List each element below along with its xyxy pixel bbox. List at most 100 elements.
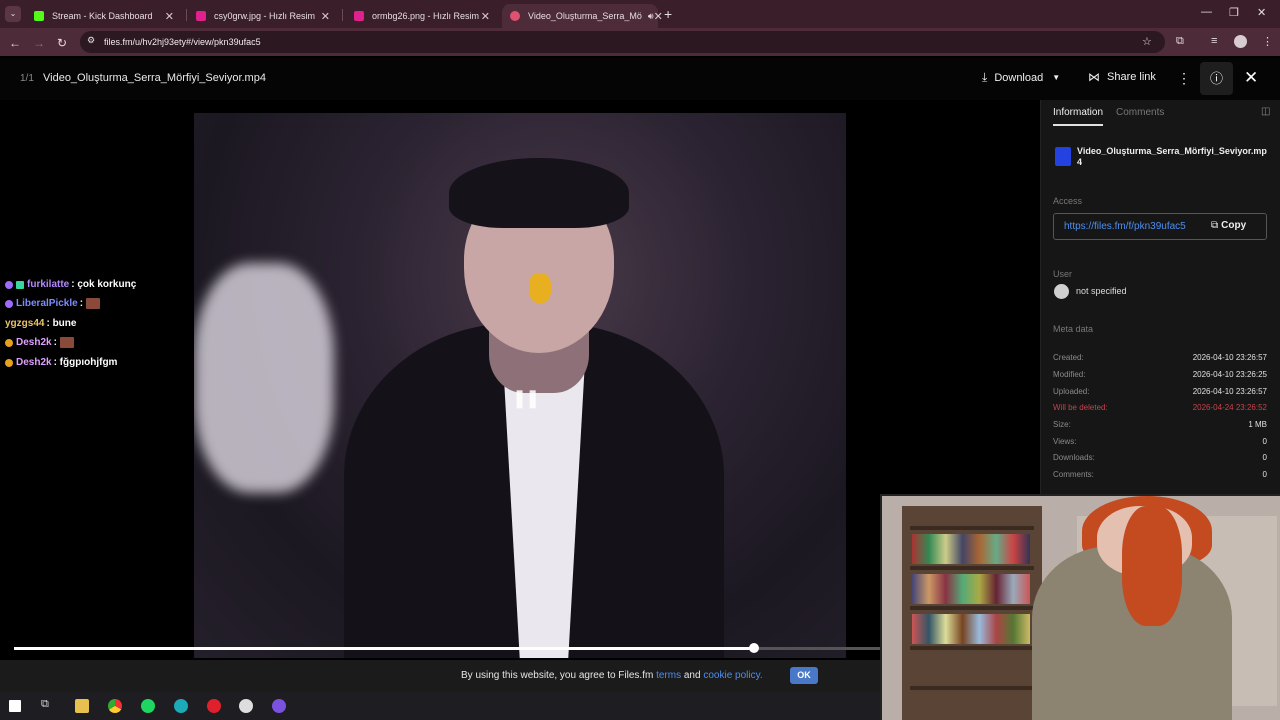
page-counter: 1/1	[20, 73, 34, 84]
meta-size-label: Size:	[1053, 420, 1071, 429]
forward-icon[interactable]: →	[33, 36, 45, 50]
tab-title: Stream - Kick Dashboard	[52, 11, 153, 21]
mp4-file-icon	[1055, 147, 1071, 166]
pause-icon[interactable]: ❚❚	[512, 388, 540, 409]
emote-icon	[86, 298, 101, 309]
kick-favicon-icon	[34, 11, 44, 21]
chat-username: Desh2k	[16, 357, 52, 368]
opera-icon[interactable]	[207, 699, 221, 713]
share-link-button[interactable]: ⋈ Share link	[1088, 70, 1156, 84]
info-icon[interactable]: ⓘ	[1200, 62, 1233, 95]
task-view-icon[interactable]: ⧉	[41, 698, 55, 712]
chat-text: : çok korkunç	[71, 279, 137, 290]
hair	[449, 158, 629, 228]
reload-icon[interactable]: ↻	[57, 36, 67, 50]
tab-video-active[interactable]: Video_Oluşturma_Serra_Mö 🔊︎ ✕	[502, 4, 663, 28]
edge-icon[interactable]	[174, 699, 188, 713]
tab-kick-dashboard[interactable]: Stream - Kick Dashboard ✕	[26, 4, 182, 28]
founder-badge-icon	[5, 338, 13, 347]
blurred-hand	[194, 263, 334, 493]
obs-icon[interactable]	[239, 699, 253, 713]
browser-menu-icon[interactable]: ⋮	[1262, 35, 1273, 48]
tab-ormbg26[interactable]: ormbg26.png - Hızlı Resim ✕	[346, 4, 498, 28]
minimize-icon[interactable]: —	[1201, 6, 1212, 18]
site-info-icon[interactable]: ⚙	[87, 35, 95, 46]
subscriber-badge-icon	[5, 299, 13, 308]
meta-downloads-label: Downloads:	[1053, 453, 1095, 462]
chat-message: LiberalPickle :	[5, 298, 101, 309]
tab-divider	[186, 9, 187, 21]
access-link-text[interactable]: https://files.fm/f/pkn39ufac5	[1064, 221, 1202, 232]
copy-button[interactable]: ⧉ Copy	[1211, 220, 1246, 231]
chat-username: furkilatte	[27, 279, 70, 290]
window-close-icon[interactable]: ✕	[1257, 6, 1266, 19]
meta-comments-value: 0	[1262, 470, 1267, 479]
windows-start-icon[interactable]	[9, 700, 21, 712]
user-avatar	[1054, 284, 1069, 299]
meta-views-label: Views:	[1053, 437, 1077, 446]
close-viewer-icon[interactable]: ✕	[1244, 68, 1258, 88]
tab-search-button[interactable]: ⌄	[5, 6, 21, 22]
hizli-resim-favicon-icon	[196, 11, 206, 21]
progress-handle[interactable]	[749, 643, 759, 653]
tab-csy0grw[interactable]: csy0grw.jpg - Hızlı Resim ✕	[188, 4, 338, 28]
active-tab-indicator	[1053, 124, 1103, 126]
cookie-text-before: By using this website, you agree to File…	[461, 670, 657, 681]
extensions-icon[interactable]: ⧉	[1176, 35, 1184, 48]
chrome-icon[interactable]	[108, 699, 122, 713]
url-text[interactable]: files.fm/u/hv2hj93ety#/view/pkn39ufac5	[104, 37, 261, 47]
files-fm-favicon-icon	[510, 11, 520, 21]
emote-icon	[59, 337, 74, 348]
back-icon[interactable]: ←	[9, 36, 21, 50]
chat-message: ygzgs44 : bune	[5, 318, 76, 329]
video-player[interactable]	[194, 113, 846, 658]
cookie-ok-button[interactable]: OK	[790, 667, 818, 684]
collapse-panel-icon[interactable]: ◫	[1261, 106, 1270, 117]
chat-message: Desh2k :	[5, 337, 74, 348]
meta-modified-value: 2026-04-10 23:26:25	[1192, 370, 1267, 379]
download-icon: ⤓	[982, 70, 988, 84]
discord-icon[interactable]	[272, 699, 286, 713]
meta-deletion-value: 2026-04-24 23:26:52	[1192, 403, 1267, 412]
cookie-policy-link[interactable]: cookie policy.	[703, 670, 762, 681]
file-explorer-icon[interactable]	[75, 699, 89, 713]
meta-size-value: 1 MB	[1248, 420, 1267, 429]
cookie-text-and: and	[681, 670, 704, 681]
reading-list-icon[interactable]: ≡	[1211, 35, 1217, 47]
hair-side	[1122, 506, 1182, 626]
meta-modified-label: Modified:	[1053, 370, 1086, 379]
os-taskbar	[0, 692, 880, 720]
terms-link[interactable]: terms	[656, 670, 681, 681]
user-value: not specified	[1076, 286, 1127, 296]
copy-label: Copy	[1221, 220, 1247, 231]
cookie-text: By using this website, you agree to File…	[461, 670, 763, 681]
tab-title: ormbg26.png - Hızlı Resim	[372, 11, 480, 21]
gift-badge-icon	[16, 280, 24, 289]
chat-username: LiberalPickle	[16, 298, 78, 309]
new-tab-button[interactable]: +	[664, 6, 672, 22]
panel-file-name: Video_Oluşturma_Serra_Mörfiyi_Seviyor.mp…	[1077, 146, 1267, 167]
tab-comments[interactable]: Comments	[1116, 107, 1164, 118]
restore-icon[interactable]: ❐	[1229, 6, 1239, 19]
tab-close-icon[interactable]: ✕	[321, 10, 330, 23]
meta-data-label: Meta data	[1053, 324, 1094, 334]
profile-avatar[interactable]	[1234, 35, 1247, 48]
user-label: User	[1053, 269, 1073, 279]
tab-divider	[342, 9, 343, 21]
meta-views-value: 0	[1262, 437, 1267, 446]
tab-information[interactable]: Information	[1053, 107, 1103, 118]
founder-badge-icon	[5, 358, 13, 367]
subscriber-badge-icon	[5, 280, 13, 289]
bookmark-star-icon[interactable]: ☆	[1142, 35, 1152, 48]
spotify-icon[interactable]	[141, 699, 155, 713]
tab-close-icon[interactable]: ✕	[165, 10, 174, 23]
chevron-down-icon: ▼	[1052, 73, 1061, 82]
tab-close-icon[interactable]: ✕	[654, 10, 663, 23]
more-options-icon[interactable]: ⋮	[1177, 70, 1191, 87]
tab-close-icon[interactable]: ✕	[481, 10, 490, 23]
download-button[interactable]: ⤓ Download ▼	[982, 70, 1060, 85]
chat-message: Desh2k : fğgpıohjfgm	[5, 357, 117, 368]
meta-downloads-value: 0	[1262, 453, 1267, 462]
books-row	[912, 534, 1030, 564]
chat-text: : bune	[46, 318, 77, 329]
